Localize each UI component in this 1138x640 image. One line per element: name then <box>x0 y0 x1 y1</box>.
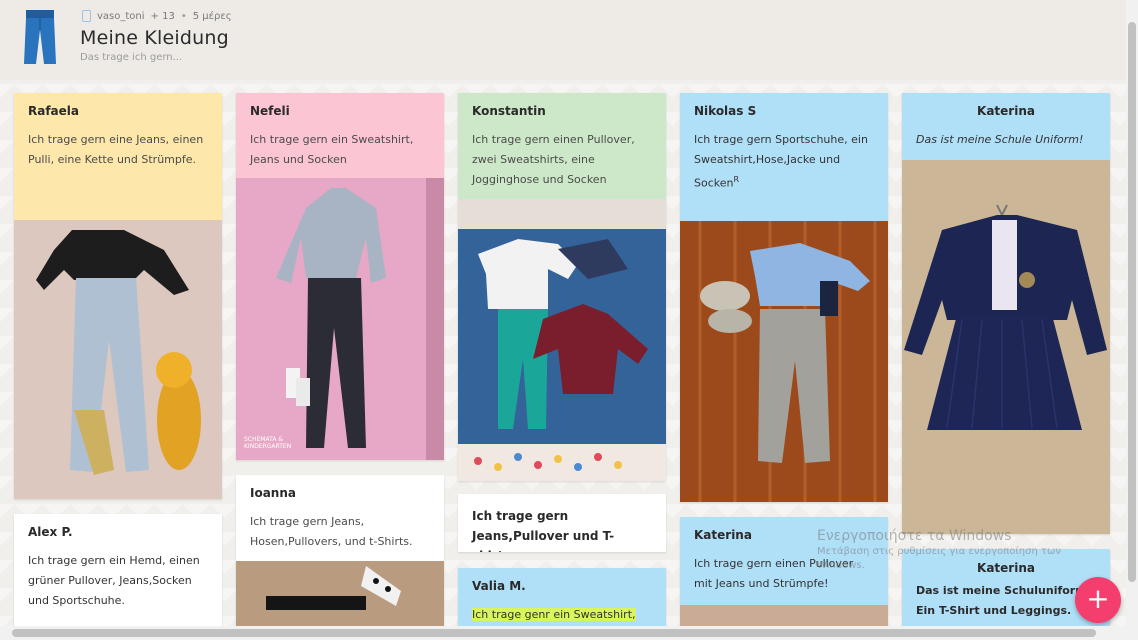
meta-separator: • <box>180 10 187 22</box>
contributors-count[interactable]: + 13 <box>151 11 175 22</box>
post-body: Ich trage gern eine Jeans, einen Pulli, … <box>28 133 204 166</box>
photo-watermark: SCHEMATA & KINDERGARTEN <box>244 436 292 450</box>
watermark-line2: Μετάβαση στις ρυθμίσεις για ενεργοποίηση… <box>817 546 1061 557</box>
post-card[interactable]: Valia M. Ich trage genr ein Sweatshirt, <box>458 568 666 626</box>
padlet-wall: vaso_toni + 13 • 5 μέρες Meine Kleidung … <box>0 0 1126 640</box>
plus-icon: + <box>1086 582 1110 615</box>
post-body: Das ist meine Schuluniform. Ein T-Shirt … <box>916 584 1091 617</box>
post-photo[interactable] <box>236 561 444 626</box>
watermark-line1: Ενεργοποιήστε τα Windows <box>817 528 1012 544</box>
post-photo[interactable] <box>680 221 888 502</box>
post-author: Nikolas S <box>694 104 757 118</box>
highlighted-text: Ich trage genr ein Sweatshirt, <box>472 608 636 621</box>
post-card[interactable]: Katerina Das ist meine Schule Uniform! <box>902 93 1110 534</box>
post-author: Nefeli <box>250 104 290 118</box>
wall-age: 5 μέρες <box>192 10 232 22</box>
wall-meta: vaso_toni + 13 • 5 μέρες <box>82 10 232 22</box>
post-photo[interactable] <box>680 605 888 626</box>
post-body: Ich trage gern ein Sweatshirt, Jeans und… <box>250 133 414 166</box>
post-card[interactable]: Ioanna Ich trage gern Jeans, Hosen,Pullo… <box>236 475 444 626</box>
post-body: Ich trage gern Jeans, Hosen,Pullovers, u… <box>250 515 413 548</box>
jeans-icon <box>24 10 56 64</box>
wall-title: Meine Kleidung <box>80 27 229 49</box>
post-card[interactable]: Ich trage gern Jeans,Pullover und T-shir… <box>458 494 666 552</box>
post-body: Ich trage gern Jeans,Pullover und T-shir… <box>472 509 615 552</box>
post-author: Ioanna <box>250 486 296 500</box>
post-body: Das ist meine Schule Uniform! <box>916 133 1084 146</box>
add-post-button[interactable]: + <box>1075 577 1121 623</box>
watermark-line3: Windows. <box>817 560 865 571</box>
post-body-sup: R <box>733 175 740 184</box>
post-author: Katerina <box>977 104 1035 118</box>
windows-activation-watermark: Ενεργοποιήστε τα Windows Μετάβαση στις ρ… <box>817 527 1061 573</box>
post-body: Ich trage gern Sportschuhe, ein Sweatshi… <box>694 130 874 194</box>
post-photo[interactable] <box>14 220 222 499</box>
post-photo[interactable] <box>458 199 666 481</box>
post-author: Alex P. <box>28 525 73 539</box>
post-author: Konstantin <box>472 104 546 118</box>
post-author: Valia M. <box>472 579 526 593</box>
vertical-scrollbar-thumb[interactable] <box>1128 22 1136 582</box>
post-card[interactable]: Rafaela Ich trage gern eine Jeans, einen… <box>14 93 222 499</box>
post-body: Ich trage genr ein Sweatshirt, <box>472 605 652 625</box>
post-photo[interactable] <box>902 160 1110 534</box>
horizontal-scrollbar-thumb[interactable] <box>12 629 1096 637</box>
post-card[interactable]: Alex P. Ich trage gern ein Hemd, einen g… <box>14 514 222 626</box>
post-body-text: Ich trage gern Sportschuhe, ein Sweatshi… <box>694 133 868 190</box>
owner-name[interactable]: vaso_toni <box>97 11 145 22</box>
post-body: Ich trage gern ein Hemd, einen grüner Pu… <box>28 554 200 607</box>
wall-subtitle: Das trage ich gern... <box>80 52 183 63</box>
post-card[interactable]: Nikolas S Ich trage gern Sportschuhe, ei… <box>680 93 888 502</box>
post-card[interactable]: Nefeli Ich trage gern ein Sweatshirt, Je… <box>236 93 444 460</box>
wall-header: vaso_toni + 13 • 5 μέρες Meine Kleidung … <box>0 0 1126 80</box>
person-icon <box>82 10 91 22</box>
post-body: Ich trage gern einen Pullover, zwei Swea… <box>472 133 635 186</box>
post-photo[interactable]: SCHEMATA & KINDERGARTEN <box>236 178 444 460</box>
post-author: Rafaela <box>28 104 80 118</box>
post-card[interactable]: Konstantin Ich trage gern einen Pullover… <box>458 93 666 481</box>
